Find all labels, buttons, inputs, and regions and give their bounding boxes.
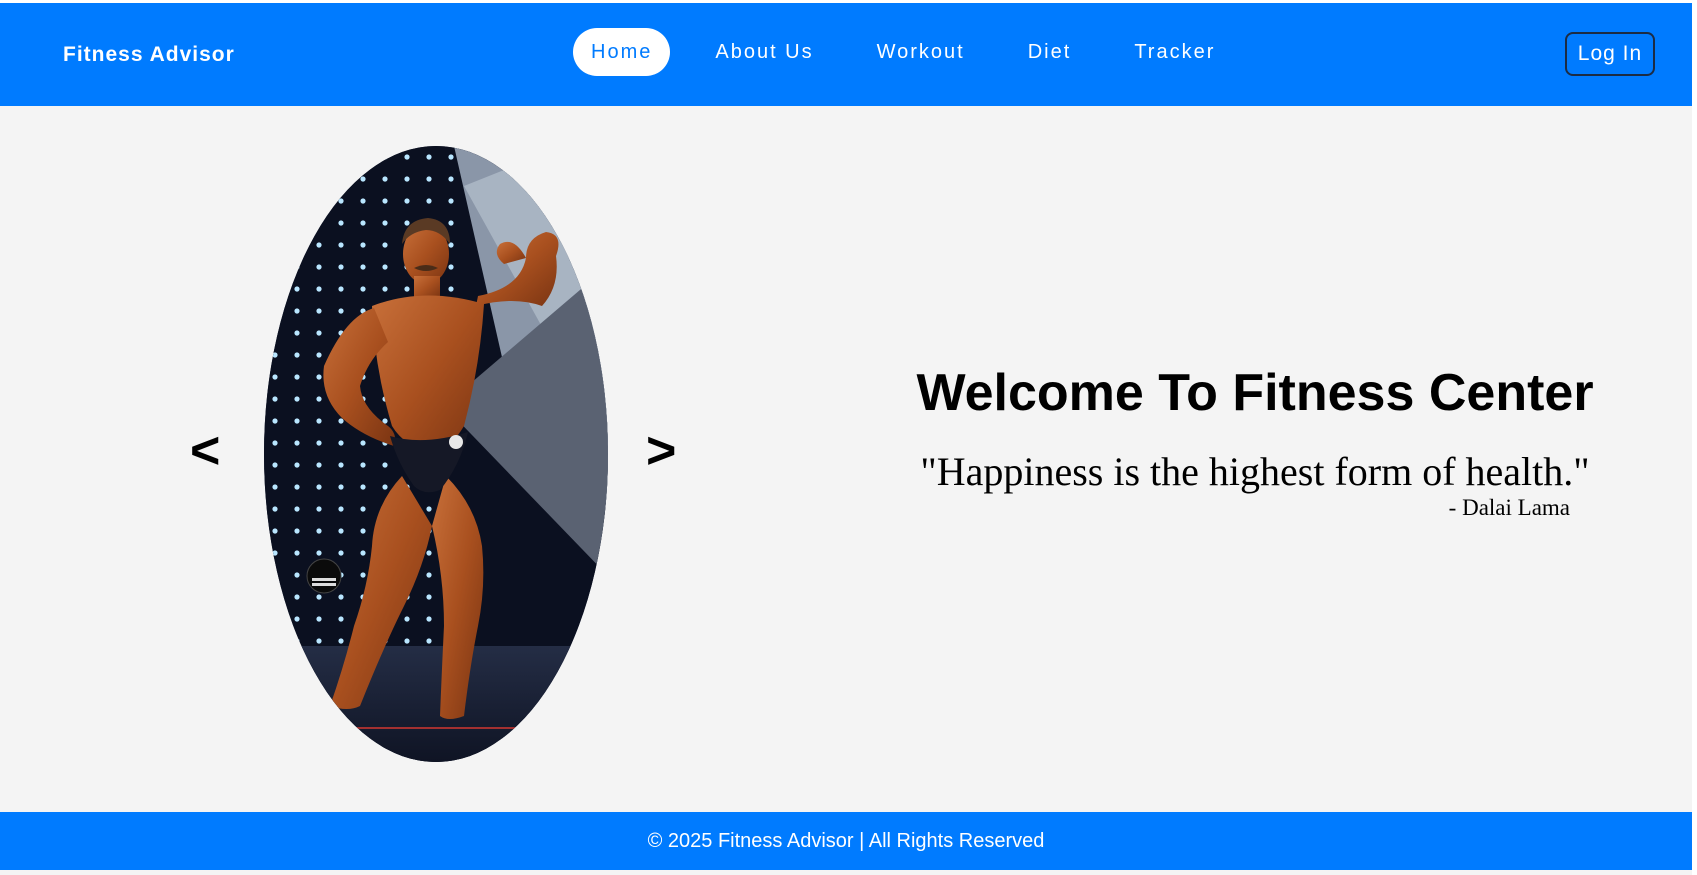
nav-diet[interactable]: Diet	[1010, 28, 1090, 76]
page: Fitness Advisor Home About Us Workout Di…	[0, 0, 1697, 875]
window-edge	[1692, 0, 1697, 875]
login-button[interactable]: Log In	[1565, 32, 1655, 76]
nav-about-us[interactable]: About Us	[697, 28, 831, 76]
navbar: Fitness Advisor Home About Us Workout Di…	[0, 3, 1692, 106]
bodybuilder-photo	[264, 146, 608, 762]
carousel-prev-button[interactable]: <	[190, 425, 220, 477]
nav-workout[interactable]: Workout	[859, 28, 983, 76]
hero-image	[264, 146, 608, 762]
brand-logo[interactable]: Fitness Advisor	[63, 43, 235, 67]
nav-home[interactable]: Home	[573, 28, 671, 76]
hero-quote: "Happiness is the highest form of health…	[920, 449, 1590, 494]
footer: © 2025 Fitness Advisor | All Rights Rese…	[0, 812, 1692, 870]
nav-tracker[interactable]: Tracker	[1116, 28, 1233, 76]
carousel-next-button[interactable]: >	[646, 425, 676, 477]
quote-author: - Dalai Lama	[1448, 495, 1570, 520]
footer-copyright: © 2025 Fitness Advisor | All Rights Rese…	[647, 830, 1045, 852]
hero-heading: Welcome To Fitness Center	[916, 364, 1594, 422]
nav-links: Home About Us Workout Diet Tracker	[573, 28, 1260, 76]
